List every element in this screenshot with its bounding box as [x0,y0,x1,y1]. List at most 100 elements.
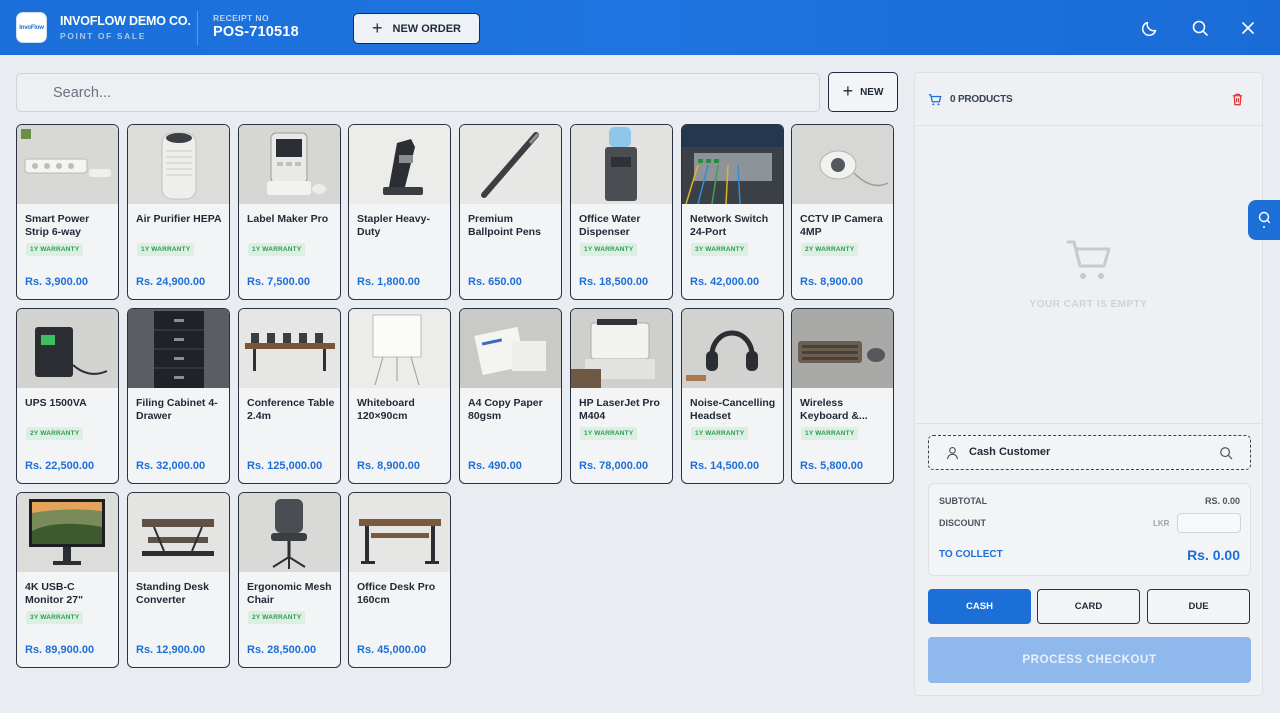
product-image [239,493,340,572]
warranty-badge: 2Y WARRANTY [248,611,306,624]
product-card[interactable]: Wireless Keyboard &... 1Y WARRANTY Rs. 5,8… [791,308,894,484]
product-card[interactable]: Whiteboard 120×90cm Rs. 8,900.00 [348,308,451,484]
product-card[interactable]: Smart Power Strip 6-way 1Y WARRANTY Rs. 3,… [16,124,119,300]
product-name: Wireless Keyboard &... [800,397,868,422]
product-image [128,493,229,572]
product-price: Rs. 89,900.00 [25,644,95,656]
product-price: Rs. 24,900.00 [136,276,206,288]
to-collect-label: TO COLLECT [939,549,1003,560]
product-name: Standing Desk Converter [136,581,209,606]
assistant-tab[interactable] [1248,200,1280,240]
warranty-badge: 1Y WARRANTY [26,243,84,256]
moon-icon[interactable] [1140,18,1160,38]
product-name: Air Purifier HEPA [136,213,222,225]
product-name: Whiteboard 120×90cm [357,397,415,422]
product-price: Rs. 28,500.00 [247,644,317,656]
product-price: Rs. 7,500.00 [247,276,310,288]
product-image [128,309,229,388]
warranty-badge: 1Y WARRANTY [580,243,638,256]
payment-cash-button[interactable]: CASH [928,589,1031,624]
app-header: InvoFlow INVOFLOW DEMO CO. POINT OF SALE… [0,0,1280,55]
customer-selector[interactable]: Cash Customer [928,435,1251,470]
subtotal-value: RS. 0.00 [1204,496,1240,506]
search-input[interactable]: Search... [16,73,820,112]
customer-name: Cash Customer [969,446,1051,458]
product-name: Stapler Heavy-Duty [357,213,430,238]
product-card[interactable]: Filing Cabinet 4-Drawer Rs. 32,000.00 [127,308,230,484]
product-name: Noise-Cancelling Headset [690,397,776,422]
product-image [682,125,783,204]
product-image [460,125,561,204]
product-price: Rs. 18,500.00 [579,276,649,288]
warranty-badge: 1Y WARRANTY [580,427,638,440]
product-card[interactable]: Stapler Heavy-Duty Rs. 1,800.00 [348,124,451,300]
product-card[interactable]: 4K USB-C Monitor 27" 3Y WARRANTY Rs. 89,90… [16,492,119,668]
to-collect-value: Rs. 0.00 [1187,547,1240,563]
product-card[interactable]: Label Maker Pro 1Y WARRANTY Rs. 7,500.00 [238,124,341,300]
customer-search-icon[interactable] [1219,446,1233,460]
warranty-badge: 1Y WARRANTY [801,427,859,440]
product-card[interactable]: A4 Copy Paper 80gsm Rs. 490.00 [459,308,562,484]
product-image [571,125,672,204]
product-card[interactable]: Office Desk Pro 160cm Rs. 45,000.00 [348,492,451,668]
product-price: Rs. 125,000.00 [247,460,323,472]
product-card[interactable]: Ergonomic Mesh Chair 2Y WARRANTY Rs. 28,50… [238,492,341,668]
product-card[interactable]: Noise-Cancelling Headset 1Y WARRANTY Rs. 1… [681,308,784,484]
empty-cart-icon [1066,240,1111,279]
logo-text: InvoFlow [19,24,44,31]
discount-input[interactable] [1177,513,1241,533]
app-subtitle: POINT OF SALE [60,31,146,41]
product-card[interactable]: Premium Ballpoint Pens Rs. 650.00 [459,124,562,300]
receipt-number: POS-710518 [213,24,299,40]
subtotal-label: SUBTOTAL [939,496,988,506]
discount-label: DISCOUNT [939,518,986,528]
close-icon[interactable] [1238,18,1258,38]
product-image [792,309,893,388]
product-card[interactable]: Air Purifier HEPA 1Y WARRANTY Rs. 24,900.0… [127,124,230,300]
app-logo: InvoFlow [16,12,47,43]
product-image [17,309,118,388]
product-image [682,309,783,388]
product-card[interactable]: Standing Desk Converter Rs. 12,900.00 [127,492,230,668]
product-name: Label Maker Pro [247,213,329,225]
payment-card-button[interactable]: CARD [1037,589,1140,624]
product-image [349,493,450,572]
product-price: Rs. 490.00 [468,460,522,472]
product-price: Rs. 78,000.00 [579,460,649,472]
product-image [239,309,340,388]
product-card[interactable]: Office Water Dispenser 1Y WARRANTY Rs. 18,… [570,124,673,300]
assistant-search-icon [1258,211,1271,228]
product-card[interactable]: HP LaserJet Pro M404 1Y WARRANTY Rs. 78,00… [570,308,673,484]
product-card[interactable]: Network Switch 24-Port 3Y WARRANTY Rs. 42,… [681,124,784,300]
new-product-button[interactable]: + NEW [828,72,898,112]
warranty-badge: 1Y WARRANTY [691,427,749,440]
cart-count: 0 PRODUCTS [950,94,1013,105]
search-placeholder: Search... [53,84,112,101]
product-price: Rs. 32,000.00 [136,460,206,472]
new-order-button[interactable]: + NEW ORDER [353,13,480,44]
product-price: Rs. 8,900.00 [800,276,863,288]
company-name: INVOFLOW DEMO CO. [60,14,191,28]
product-card[interactable]: CCTV IP Camera 4MP 2Y WARRANTY Rs. 8,900.0… [791,124,894,300]
process-checkout-button[interactable]: PROCESS CHECKOUT [928,637,1251,683]
warranty-badge: 2Y WARRANTY [26,427,84,440]
product-name: Smart Power Strip 6-way [25,213,90,238]
new-order-label: NEW ORDER [392,22,461,35]
product-name: Network Switch 24-Port [690,213,769,238]
payment-due-button[interactable]: DUE [1147,589,1250,624]
product-price: Rs. 650.00 [468,276,522,288]
product-image [17,493,118,572]
product-image [239,125,340,204]
totals-box: SUBTOTAL RS. 0.00 DISCOUNT LKR TO COLLEC… [928,483,1251,576]
cart-divider [915,423,1262,424]
product-name: Filing Cabinet 4-Drawer [136,397,218,422]
plus-icon: + [372,17,383,38]
product-price: Rs. 5,800.00 [800,460,863,472]
search-icon[interactable] [1190,18,1210,38]
product-card[interactable]: Conference Table 2.4m Rs. 125,000.00 [238,308,341,484]
product-name: Conference Table 2.4m [247,397,335,422]
product-image [128,125,229,204]
product-card[interactable]: UPS 1500VA 2Y WARRANTY Rs. 22,500.00 [16,308,119,484]
product-name: CCTV IP Camera 4MP [800,213,883,238]
trash-icon[interactable] [1230,92,1245,107]
